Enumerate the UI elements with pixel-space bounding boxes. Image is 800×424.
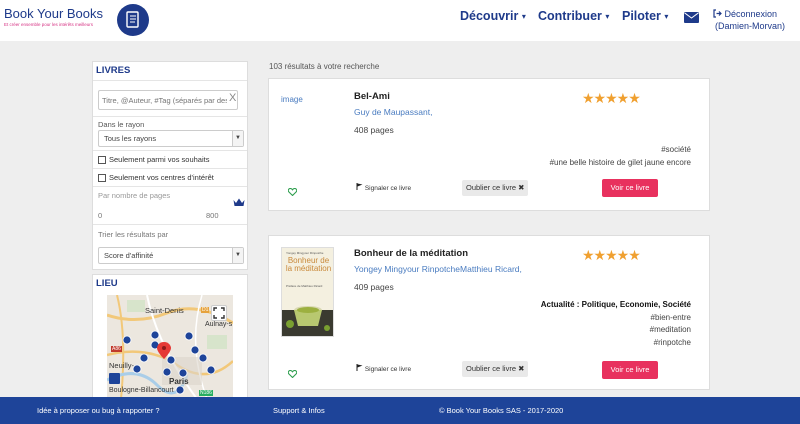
interests-label: Seulement vos centres d'intérêt	[109, 173, 214, 182]
cover-preface: Préface de Matthieu Ricard	[286, 284, 323, 288]
forget-label: Oublier ce livre	[466, 183, 517, 192]
forget-book-button[interactable]: Oublier ce livre ✖	[462, 180, 529, 196]
flag-icon	[356, 183, 363, 190]
divider	[93, 150, 247, 151]
divider	[93, 116, 247, 117]
chevron-down-icon: ▼	[232, 131, 243, 146]
view-book-button[interactable]: Voir ce livre	[602, 361, 658, 379]
shelf-select-value: Tous les rayons	[104, 134, 157, 143]
divider	[93, 168, 247, 169]
wishes-checkbox[interactable]	[98, 155, 106, 164]
footer: Idée à proposer ou bug à rapporter ? Sup…	[0, 397, 800, 424]
tag[interactable]: #meditation	[541, 324, 691, 337]
book-cover-image[interactable]: Yongey Mingyour Rinpotche Bonheur de la …	[281, 247, 334, 337]
shelf-select[interactable]: Tous les rayons ▼	[98, 130, 244, 147]
crown-icon	[233, 194, 245, 212]
book-search-input[interactable]	[98, 90, 238, 110]
mail-icon[interactable]	[684, 10, 699, 28]
interests-checkbox[interactable]	[98, 173, 106, 182]
divider	[93, 186, 247, 187]
nav-piloter[interactable]: Piloter ▾	[622, 9, 668, 23]
view-book-button[interactable]: Voir ce livre	[602, 179, 658, 197]
footer-copyright: © Book Your Books SAS - 2017-2020	[439, 406, 564, 415]
book-card: Yongey Mingyour Rinpotche Bonheur de la …	[268, 235, 710, 390]
wishes-checkbox-row[interactable]: Seulement parmi vos souhaits	[98, 155, 209, 164]
nav-decouvrir-label: Découvrir	[460, 9, 519, 23]
shelf-label: Dans le rayon	[98, 120, 145, 129]
map-markers	[109, 330, 216, 395]
nav-decouvrir[interactable]: Découvrir ▾	[460, 9, 526, 23]
heart-icon[interactable]	[287, 183, 298, 201]
wishes-label: Seulement parmi vos souhaits	[109, 155, 210, 164]
close-icon: ✖	[518, 364, 525, 373]
footer-support-link[interactable]: Support & Infos	[273, 406, 325, 415]
book-pages: 408 pages	[354, 125, 394, 135]
cover-title: Bonheur de la méditation	[285, 256, 332, 273]
book-category[interactable]: Actualité : Politique, Economie, Société	[541, 299, 691, 312]
pages-min: 0	[98, 211, 103, 220]
tag[interactable]: #bien-entre	[541, 312, 691, 325]
book-logo-icon[interactable]	[117, 4, 149, 36]
divider	[93, 224, 247, 225]
books-filter-panel: LIVRES X Dans le rayon Tous les rayons ▼…	[92, 61, 248, 270]
caret-down-icon: ▾	[605, 12, 610, 22]
logout-label: Déconnexion	[724, 9, 778, 19]
location-map[interactable]: Saint-Denis Aulnay-s Neuilly- Paris Boul…	[107, 295, 233, 399]
sort-select-value: Score d'affinité	[104, 251, 154, 260]
book-card: image Bel-Ami Guy de Maupassant, 408 pag…	[268, 78, 710, 211]
report-book-link[interactable]: Signaler ce livre	[356, 183, 411, 192]
book-tags: Actualité : Politique, Economie, Société…	[541, 299, 691, 349]
caret-down-icon: ▾	[521, 12, 526, 22]
footer-idea-link[interactable]: Idée à proposer ou bug à rapporter ?	[37, 406, 160, 415]
nav-contribuer[interactable]: Contribuer ▾	[538, 9, 609, 23]
book-pages: 409 pages	[354, 282, 394, 292]
cover-authors: Yongey Mingyour Rinpotche	[286, 251, 324, 255]
interests-checkbox-row[interactable]: Seulement vos centres d'intérêt	[98, 173, 214, 182]
book-tags: #société #une belle histoire de gilet ja…	[550, 144, 691, 169]
chevron-down-icon: ▼	[232, 248, 243, 263]
location-panel: LIEU Saint-Denis Aulnay-s Neuilly- Paris…	[92, 274, 248, 404]
tag[interactable]: #société	[550, 144, 691, 157]
tag[interactable]: #rinpotche	[541, 337, 691, 350]
user-name: (Damien-Morvan)	[715, 21, 786, 31]
sort-select[interactable]: Score d'affinité ▼	[98, 247, 244, 264]
forget-book-button[interactable]: Oublier ce livre ✖	[462, 361, 529, 377]
top-navbar: Book Your Books Et créer ensemble pour l…	[0, 0, 800, 41]
clear-search-icon[interactable]: X	[229, 92, 236, 104]
book-title[interactable]: Bel-Ami	[354, 91, 390, 102]
books-panel-title: LIVRES	[96, 65, 131, 76]
result-count: 103 résultats à votre recherche	[269, 62, 380, 71]
sort-label: Trier les résultats par	[98, 230, 169, 239]
report-label: Signaler ce livre	[364, 185, 412, 192]
logout-icon	[713, 9, 722, 18]
pages-max: 800	[206, 211, 219, 220]
book-cover-image[interactable]: image	[281, 95, 303, 104]
caret-down-icon: ▾	[664, 12, 669, 22]
nav-piloter-label: Piloter	[622, 9, 661, 23]
book-author[interactable]: Guy de Maupassant,	[354, 107, 432, 117]
report-book-link[interactable]: Signaler ce livre	[356, 364, 411, 373]
flag-icon	[356, 364, 363, 371]
brand-tagline: Et créer ensemble pour les intérêts meil…	[4, 22, 94, 27]
pages-filter-label: Par nombre de pages	[98, 191, 171, 200]
forget-label: Oublier ce livre	[466, 364, 517, 373]
nav-contribuer-label: Contribuer	[538, 9, 602, 23]
close-icon: ✖	[518, 183, 525, 192]
rating-stars: ★★★★★	[582, 90, 641, 106]
brand-name[interactable]: Book Your Books	[4, 6, 103, 21]
cover-tea-illustration	[282, 306, 333, 336]
heart-icon[interactable]	[287, 365, 298, 383]
book-author[interactable]: Yongey Mingyour RinpotcheMatthieu Ricard…	[354, 264, 522, 274]
location-panel-title: LIEU	[96, 278, 118, 289]
rating-stars: ★★★★★	[582, 247, 641, 263]
logout-link[interactable]: Déconnexion (Damien-Morvan)	[713, 9, 785, 31]
tag[interactable]: #une belle histoire de gilet jaune encor…	[550, 157, 691, 170]
divider	[93, 80, 247, 81]
book-title[interactable]: Bonheur de la méditation	[354, 248, 468, 259]
report-label: Signaler ce livre	[364, 366, 412, 373]
